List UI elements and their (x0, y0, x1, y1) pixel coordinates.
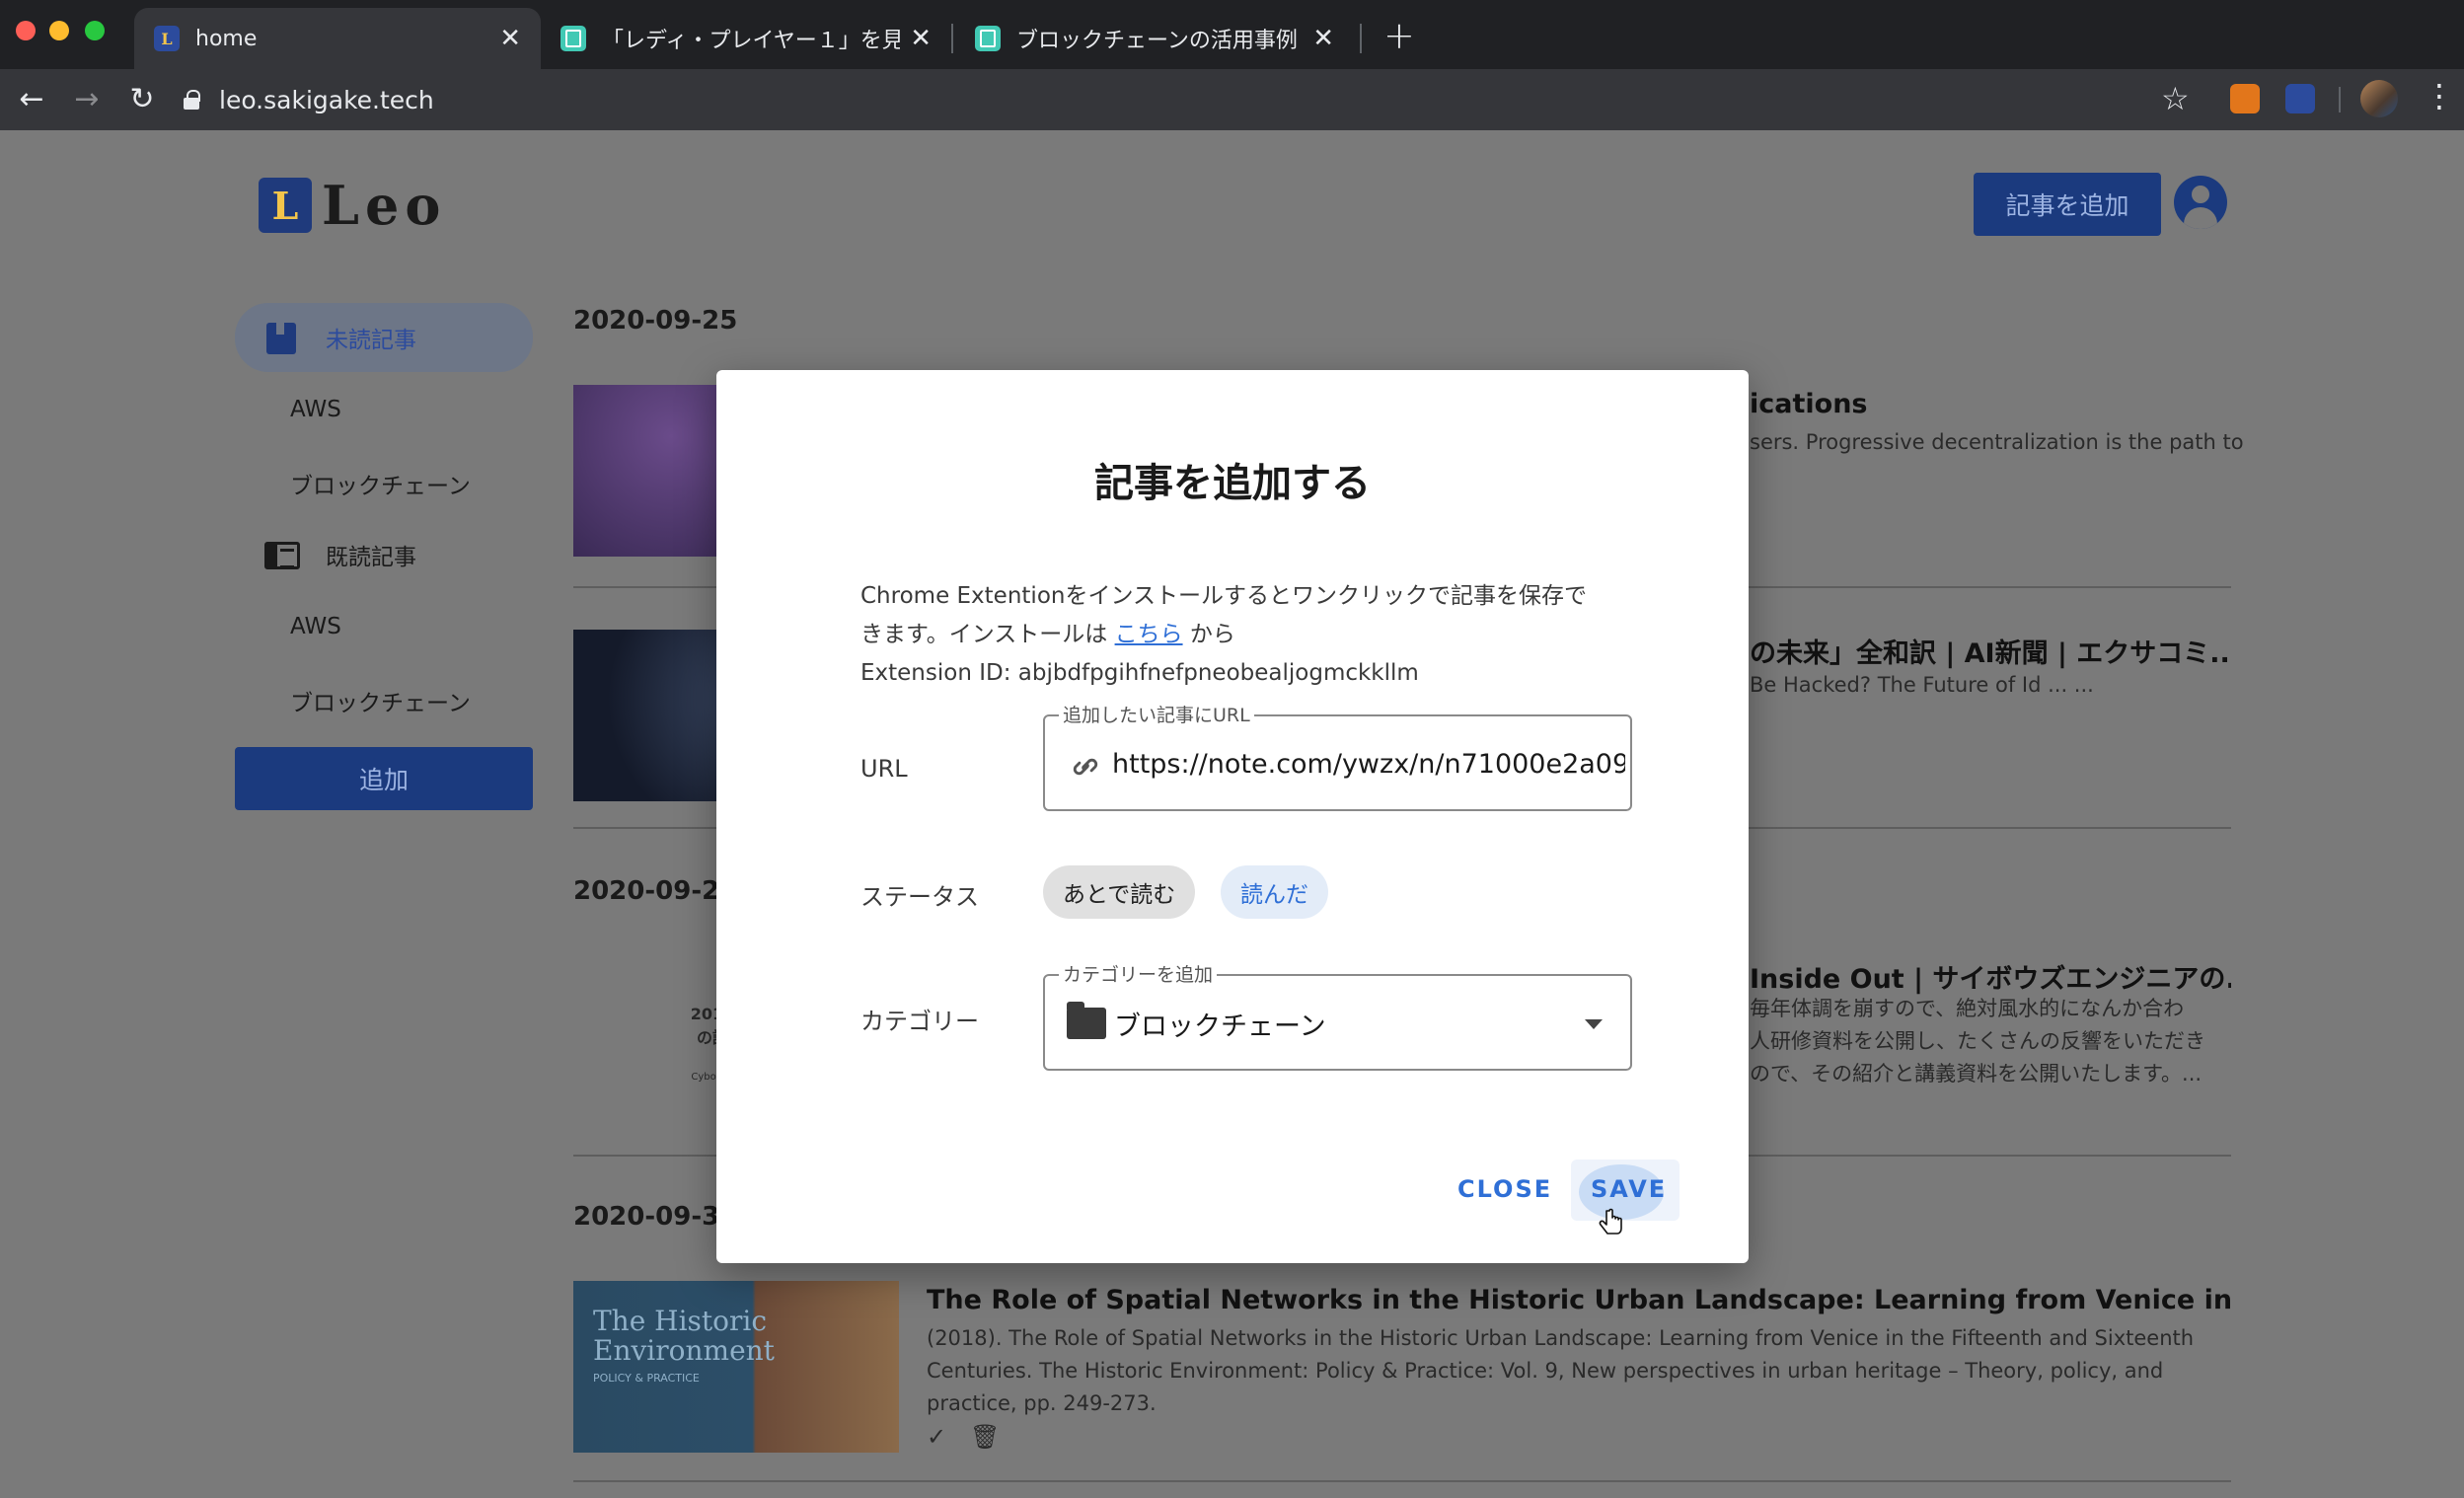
article-title[interactable]: の未来」全和訳 | AI新聞 | エクサコミ... (1750, 632, 2231, 670)
tab-blockchain-cases[interactable]: ブロックチェーンの活用事例｜ywz ✕ (955, 8, 1354, 69)
back-icon[interactable]: ← (12, 79, 51, 118)
article-title[interactable]: The Role of Spatial Networks in the Hist… (927, 1285, 2231, 1315)
link-icon (1073, 758, 1098, 776)
divider (573, 1480, 2231, 1482)
sidebar-item-label: 未読記事 (326, 328, 416, 353)
article-title[interactable]: Inside Out | サイボウズエンジニアの... (1750, 957, 2231, 996)
tab-close-icon[interactable]: ✕ (499, 24, 521, 53)
tab-title: ブロックチェーンの活用事例｜ywz (1016, 29, 1303, 53)
folder-icon (1067, 1002, 1106, 1039)
save-button[interactable]: SAVE (1591, 1175, 1667, 1203)
url-label: URL (860, 755, 908, 783)
date-heading: 2020-09-30 (573, 1202, 738, 1232)
description-line: きます。インストールは こちら から (860, 616, 1610, 654)
mark-read-icon[interactable]: ✓ (927, 1423, 946, 1451)
sidebar-item-read-blockchain[interactable]: ブロックチェーン (235, 663, 533, 737)
window-close-button[interactable] (16, 21, 36, 40)
article-desc: sers. Progressive decentralization is th… (1750, 430, 2243, 454)
article-desc: (2018). The Role of Spatial Networks in … (927, 1326, 2195, 1415)
sidebar-item-unread[interactable]: 未読記事 (235, 303, 533, 372)
address-bar[interactable]: leo.sakigake.tech (184, 79, 2197, 120)
hand-cursor-icon (1599, 1208, 1622, 1235)
thumbnail-text: The Historic Environment (593, 1305, 775, 1367)
profile-avatar[interactable] (2360, 80, 2398, 117)
note-favicon-icon (975, 26, 1001, 51)
sidebar-item-label: 既読記事 (326, 545, 416, 570)
tab-close-icon[interactable]: ✕ (1312, 24, 1334, 53)
description-line: Chrome Extentionをインストールするとワンクリックで記事を保存で (860, 583, 1588, 609)
leo-logo-text: Leo (322, 174, 447, 237)
metamask-extension-icon[interactable] (2230, 84, 2260, 113)
sidebar-item-read-aws[interactable]: AWS (235, 589, 533, 663)
sidebar-item-unread-blockchain[interactable]: ブロックチェーン (235, 446, 533, 520)
article-desc-line: 毎年体調を崩すので、絶対風水的になんか合わ (1750, 997, 2185, 1020)
dialog-title: 記事を追加する (1094, 461, 1371, 506)
bookmark-book-icon (266, 323, 296, 354)
article-desc-line: ので、その紹介と講義資料を公開いたします。... (1750, 1062, 2203, 1086)
dropdown-arrow-icon[interactable] (1585, 1019, 1603, 1029)
url-input[interactable]: https://note.com/ywzx/n/n71000e2a099 (1112, 738, 1625, 789)
tab-separator (1360, 24, 1362, 53)
menu-icon[interactable]: ⋮ (2424, 77, 2455, 114)
article-desc: Be Hacked? The Future of Id ... ... (1750, 673, 2094, 697)
lock-icon (184, 90, 200, 110)
category-select[interactable]: カテゴリーを追加 ブロックチェーン (1043, 960, 1632, 1071)
sidebar-item-label: ブロックチェーン (290, 690, 471, 716)
sidebar-item-label: AWS (290, 396, 341, 422)
tab-close-icon[interactable]: ✕ (910, 24, 932, 53)
status-label: ステータス (860, 883, 979, 911)
description-text: きます。インストールは (860, 622, 1108, 647)
reload-icon[interactable]: ↻ (122, 79, 162, 118)
tab-title: home (195, 26, 258, 51)
sidebar-add-button[interactable]: 追加 (235, 747, 533, 810)
note-favicon-icon (560, 26, 586, 51)
sidebar-item-label: AWS (290, 613, 341, 639)
address-bar-url: leo.sakigake.tech (219, 85, 434, 114)
sidebar-item-read[interactable]: 既読記事 (235, 520, 533, 589)
new-tab-button[interactable]: + (1383, 14, 1415, 57)
status-chip-read[interactable]: 読んだ (1221, 865, 1328, 919)
article-thumbnail[interactable]: The Historic Environment POLICY & PRACTI… (573, 1281, 899, 1453)
category-field-legend: カテゴリーを追加 (1059, 960, 1218, 987)
install-extension-link[interactable]: こちら (1115, 622, 1183, 647)
article-title[interactable]: ications (1750, 389, 2243, 419)
sidebar-item-unread-aws[interactable]: AWS (235, 372, 533, 446)
extension-id: Extension ID: abjbdfpgihfnefpneobealjogm… (860, 660, 1419, 686)
status-chip-read-later[interactable]: あとで読む (1043, 865, 1196, 919)
tab-title: 「レディ・プレイヤー１」を見なが (602, 29, 901, 53)
window-zoom-button[interactable] (85, 21, 105, 40)
url-field-legend: 追加したい記事にURL (1059, 701, 1254, 727)
date-heading: 2020-09-25 (573, 306, 738, 336)
tab-ready-player-one[interactable]: 「レディ・プレイヤー１」を見なが ✕ (541, 8, 951, 69)
category-select-value: ブロックチェーン (1114, 1011, 1326, 1042)
article-desc: 毎年体調を崩すので、絶対風水的になんか合わ 人研修資料を公開し、たくさんの反響を… (1750, 993, 2231, 1090)
browser-tab-bar: L home ✕ 「レディ・プレイヤー１」を見なが ✕ ブロックチェーンの活用事… (0, 0, 2464, 69)
leo-extension-icon[interactable] (2285, 84, 2315, 113)
url-field[interactable]: 追加したい記事にURL https://note.com/ywzx/n/n710… (1043, 701, 1632, 811)
toolbar-separator (2339, 87, 2341, 112)
category-label: カテゴリー (860, 1008, 979, 1035)
sidebar: 未読記事 AWS ブロックチェーン 既読記事 AWS ブロックチェーン 追加 (235, 303, 533, 810)
close-button[interactable]: CLOSE (1457, 1175, 1552, 1203)
description-text: から (1189, 622, 1235, 647)
forward-icon[interactable]: → (67, 79, 107, 118)
trash-icon[interactable]: 🗑 (970, 1423, 1000, 1451)
chrome-reader-icon (264, 542, 300, 569)
star-icon[interactable]: ☆ (2161, 80, 2190, 117)
dialog-description: Chrome Extentionをインストールするとワンクリックで記事を保存で … (860, 577, 1610, 693)
thumbnail-subtext: POLICY & PRACTICE (593, 1372, 700, 1385)
window-minimize-button[interactable] (49, 21, 69, 40)
leo-favicon-icon: L (154, 26, 180, 51)
add-article-dialog: 記事を追加する Chrome Extentionをインストールするとワンクリック… (716, 370, 1749, 1263)
article-desc-line: 人研修資料を公開し、たくさんの反響をいただき (1750, 1029, 2205, 1053)
browser-toolbar: ← → ↻ leo.sakigake.tech ☆ ⋮ (0, 69, 2464, 130)
sidebar-item-label: ブロックチェーン (290, 473, 471, 499)
add-article-button[interactable]: 記事を追加 (1974, 173, 2161, 236)
leo-logo[interactable]: L Leo (259, 174, 446, 237)
date-heading: 2020-09-28 (573, 876, 738, 906)
account-icon[interactable] (2174, 176, 2227, 229)
tab-separator (951, 24, 953, 53)
tab-home[interactable]: L home ✕ (134, 8, 541, 69)
leo-logo-mark: L (259, 178, 312, 233)
